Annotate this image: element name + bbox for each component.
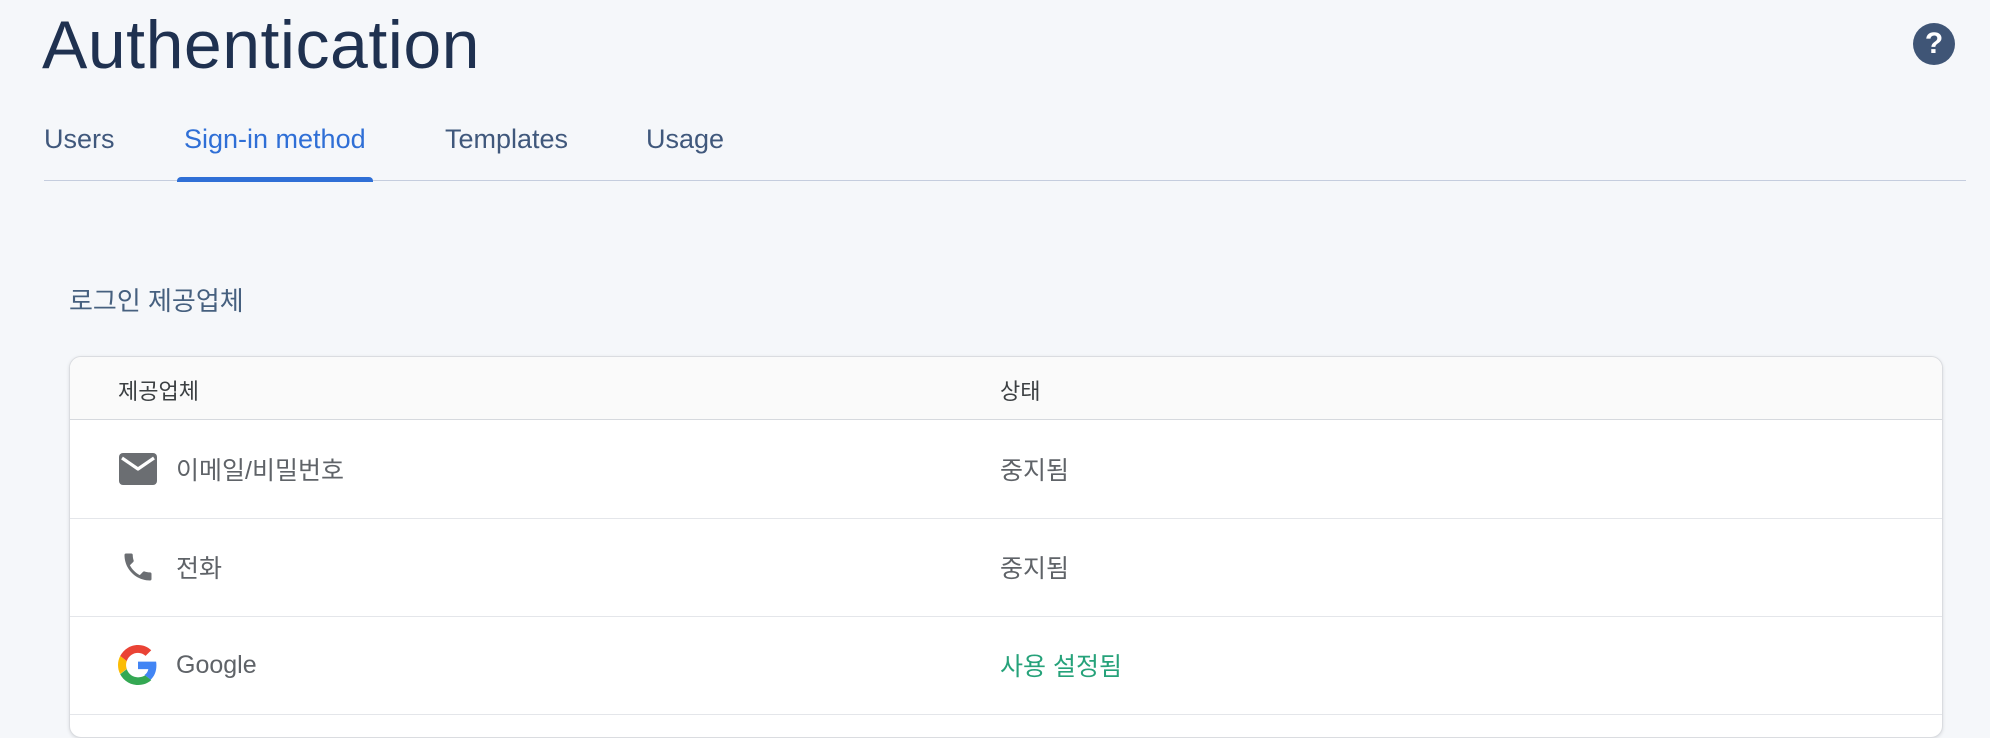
phone-icon bbox=[118, 547, 158, 587]
tab-usage[interactable]: Usage bbox=[646, 108, 724, 180]
tab-label: Users bbox=[44, 124, 115, 154]
provider-cell: 전화 bbox=[118, 518, 222, 616]
email-icon bbox=[118, 449, 158, 489]
status-text: 중지됨 bbox=[1000, 457, 1070, 485]
tab-users[interactable]: Users bbox=[44, 108, 115, 180]
tab-templates[interactable]: Templates bbox=[445, 108, 568, 180]
provider-cell: Google bbox=[118, 616, 257, 714]
page-title: Authentication bbox=[42, 7, 480, 83]
google-icon bbox=[118, 645, 158, 685]
tab-label: Templates bbox=[445, 124, 569, 154]
tab-sign-in-method[interactable]: Sign-in method bbox=[177, 108, 373, 182]
tab-bar: Users Sign-in method Templates Usage bbox=[44, 108, 1966, 182]
section-title: 로그인 제공업체 bbox=[69, 286, 244, 316]
table-row[interactable]: 전화 중지됨 bbox=[70, 518, 1942, 617]
providers-table: 제공업체 상태 이메일/비밀번호 중지됨 전화 중지됨 Google 사용 설정… bbox=[69, 356, 1943, 738]
help-icon[interactable]: ? bbox=[1913, 23, 1955, 65]
provider-name: 이메일/비밀번호 bbox=[176, 457, 344, 485]
table-header: 제공업체 상태 bbox=[70, 357, 1942, 420]
provider-name: 전화 bbox=[176, 555, 223, 583]
table-row[interactable]: 이메일/비밀번호 중지됨 bbox=[70, 420, 1942, 519]
column-header-provider: 제공업체 bbox=[118, 379, 199, 404]
status-text: 중지됨 bbox=[1000, 555, 1070, 583]
status-text: 사용 설정됨 bbox=[1000, 653, 1122, 681]
table-row[interactable]: Google 사용 설정됨 bbox=[70, 616, 1942, 715]
provider-cell: 이메일/비밀번호 bbox=[118, 420, 344, 518]
tab-label: Sign-in method bbox=[184, 124, 366, 154]
tab-label: Usage bbox=[646, 124, 725, 154]
column-header-status: 상태 bbox=[1000, 379, 1041, 404]
provider-name: Google bbox=[176, 650, 257, 679]
tab-active-indicator bbox=[177, 177, 373, 182]
